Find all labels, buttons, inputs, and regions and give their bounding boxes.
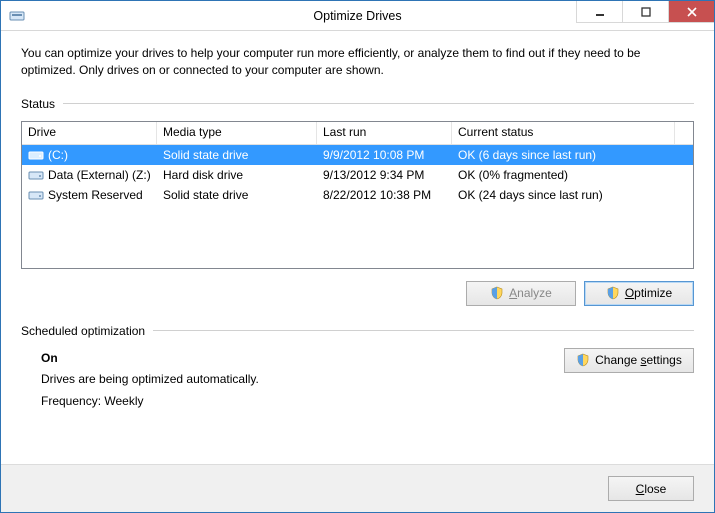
scheduled-state: On [41,348,259,370]
scheduled-info: On Drives are being optimized automatica… [41,348,259,413]
last-run: 9/13/2012 9:34 PM [317,168,452,182]
last-run: 9/9/2012 10:08 PM [317,148,452,162]
minimize-button[interactable] [576,1,622,23]
current-status: OK (24 days since last run) [452,188,693,202]
drive-name: System Reserved [48,188,143,202]
shield-icon [606,286,620,300]
drive-icon [28,188,44,202]
optimize-label: Optimize [625,286,672,300]
close-window-button[interactable] [668,1,714,23]
list-button-row: Analyze Optimize [21,281,694,306]
analyze-button[interactable]: Analyze [466,281,576,306]
drive-name: (C:) [48,148,68,162]
current-status: OK (0% fragmented) [452,168,693,182]
footer: Close [1,464,714,512]
window-buttons [576,1,714,23]
change-settings-button[interactable]: Change settings [564,348,694,373]
status-label: Status [21,97,55,111]
shield-icon [576,353,590,367]
scheduled-label: Scheduled optimization [21,324,145,338]
close-button[interactable]: Close [608,476,694,501]
titlebar: Optimize Drives [1,1,714,31]
scheduled-section-header: Scheduled optimization [21,324,694,338]
col-status[interactable]: Current status [452,122,675,144]
close-label: Close [636,482,667,496]
last-run: 8/22/2012 10:38 PM [317,188,452,202]
divider [63,103,694,104]
maximize-button[interactable] [622,1,668,23]
current-status: OK (6 days since last run) [452,148,693,162]
col-pad [675,122,693,144]
media-type: Hard disk drive [157,168,317,182]
drives-list[interactable]: Drive Media type Last run Current status… [21,121,694,269]
drive-icon [28,168,44,182]
app-icon [9,8,25,24]
col-media[interactable]: Media type [157,122,317,144]
scheduled-line1: Drives are being optimized automatically… [41,369,259,391]
drive-icon [28,148,44,162]
media-type: Solid state drive [157,188,317,202]
list-header: Drive Media type Last run Current status [22,122,693,145]
divider [153,330,694,331]
shield-icon [490,286,504,300]
media-type: Solid state drive [157,148,317,162]
drive-name: Data (External) (Z:) [48,168,151,182]
status-section-header: Status [21,97,694,111]
analyze-label: Analyze [509,286,552,300]
optimize-button[interactable]: Optimize [584,281,694,306]
col-drive[interactable]: Drive [22,122,157,144]
table-row[interactable]: (C:) Solid state drive9/9/2012 10:08 PMOK… [22,145,693,165]
scheduled-line2: Frequency: Weekly [41,391,259,413]
description-text: You can optimize your drives to help you… [21,45,694,79]
table-row[interactable]: System Reserved Solid state drive8/22/201… [22,185,693,205]
change-settings-label: Change settings [595,353,682,367]
table-row[interactable]: Data (External) (Z:) Hard disk drive9/13/… [22,165,693,185]
col-last[interactable]: Last run [317,122,452,144]
